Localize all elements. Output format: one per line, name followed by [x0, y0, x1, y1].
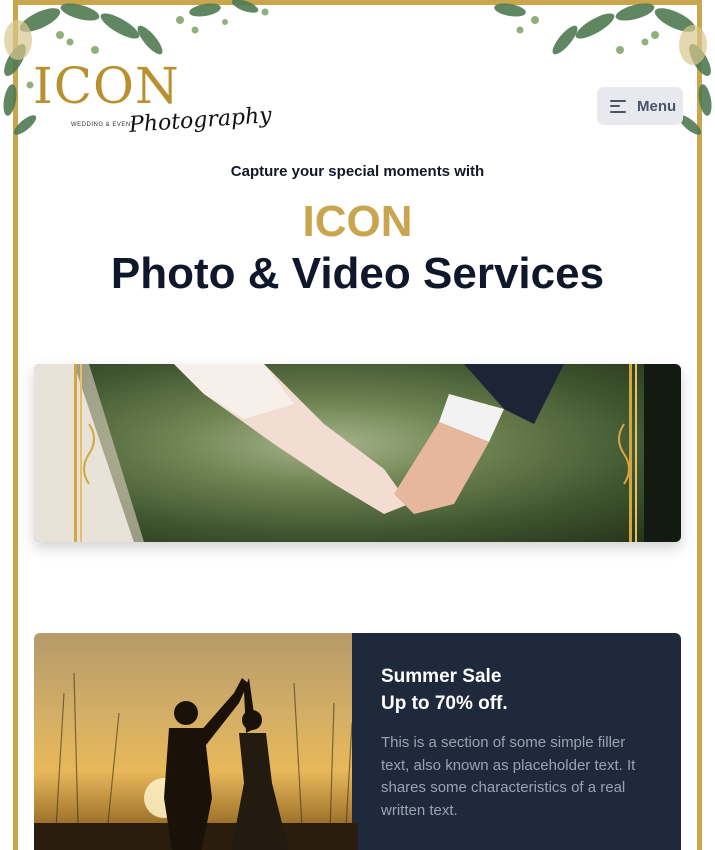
promo-title-line1: Summer Sale [381, 666, 502, 687]
promo-title-line2: Up to 70% off. [381, 693, 508, 714]
menu-button[interactable]: Menu [597, 87, 683, 125]
hero-title: Photo & Video Services [110, 249, 605, 298]
hero-kicker: Capture your special moments with [230, 163, 485, 180]
foliage-decoration-right [494, 3, 712, 135]
wedding-hands-banner-image [34, 364, 681, 542]
logo-wordmark: ICON [33, 60, 180, 112]
menu-button-label: Menu [637, 97, 677, 115]
promo-description: This is a section of some simple filler … [381, 734, 636, 819]
logo-letters: ICON [33, 57, 180, 115]
summer-sale-content: Summer Sale Up to 70% off. This is a sec… [352, 633, 681, 850]
hero-brand-name: ICON [302, 197, 413, 246]
promo-title: Summer Sale Up to 70% off. [381, 663, 651, 717]
hamburger-icon [610, 99, 626, 113]
brand-logo[interactable]: ICON WEDDING & EVENT Photography [33, 60, 272, 150]
summer-sale-card: Summer Sale Up to 70% off. This is a sec… [34, 633, 681, 850]
logo-tagline: WEDDING & EVENT [71, 122, 135, 128]
couple-sunset-image [34, 633, 358, 850]
